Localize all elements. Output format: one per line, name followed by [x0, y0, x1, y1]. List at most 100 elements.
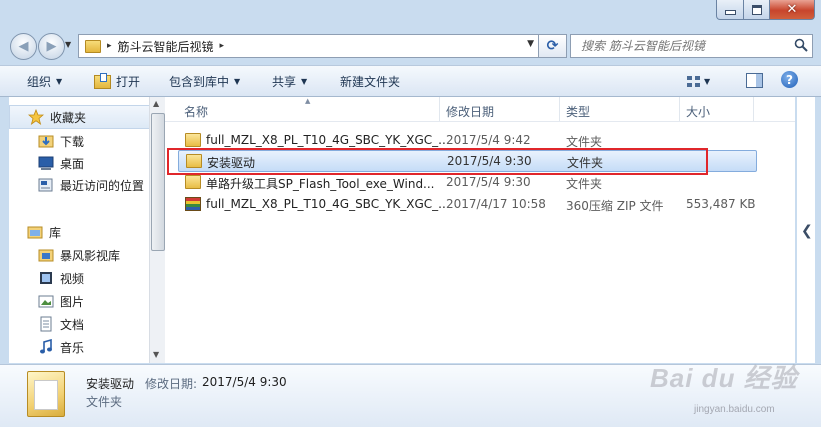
caption-buttons: ✕	[716, 0, 815, 20]
preview-pane-button[interactable]	[746, 73, 763, 88]
nav-item-label: 下载	[60, 134, 85, 149]
nav-item-desktop[interactable]: 桌面	[38, 152, 84, 174]
details-name: 安装驱动	[86, 377, 135, 391]
organize-menu[interactable]: 组织 ▼	[27, 73, 62, 90]
file-name: full_MZL_X8_PL_T10_4G_SBC_YK_XGC_...	[206, 197, 446, 211]
navigation-scrollbar[interactable]: ▲ ▼	[149, 97, 165, 363]
nav-item-videos[interactable]: 视频	[38, 267, 84, 289]
arrow-right-icon: ▶	[46, 39, 57, 54]
nav-item-baofeng-library[interactable]: 暴风影视库	[38, 244, 120, 266]
arrow-left-icon: ◀	[18, 39, 29, 54]
minimize-button[interactable]	[716, 0, 744, 20]
column-divider[interactable]	[439, 97, 440, 121]
details-date-label: 修改日期:	[145, 377, 198, 391]
nav-item-pictures[interactable]: 图片	[38, 290, 84, 312]
nav-item-label: 视频	[60, 271, 85, 286]
scroll-up-icon[interactable]: ▲	[153, 99, 159, 108]
breadcrumb-current-folder[interactable]: 筋斗云智能后视镜	[118, 38, 214, 55]
column-divider[interactable]	[753, 97, 754, 121]
nav-item-downloads[interactable]: 下载	[38, 130, 84, 152]
view-grid-icon	[687, 75, 700, 87]
folder-icon	[185, 133, 201, 147]
recent-pages-dropdown[interactable]: ▼	[65, 40, 71, 49]
maximize-button[interactable]	[744, 0, 770, 20]
open-folder-icon	[94, 72, 111, 89]
file-name: 安装驱动	[207, 156, 256, 170]
chevron-down-icon: ▼	[234, 77, 241, 86]
file-row[interactable]: full_MZL_X8_PL_T10_4G_SBC_YK_XGC_... 201…	[178, 130, 755, 150]
scroll-down-icon[interactable]: ▼	[153, 350, 159, 359]
column-divider[interactable]	[679, 97, 680, 121]
column-header-date-modified[interactable]: 修改日期	[446, 103, 494, 120]
details-date: 2017/5/4 9:30	[202, 375, 287, 389]
breadcrumb-separator[interactable]: ▸	[107, 41, 112, 51]
recent-places-icon	[38, 178, 53, 192]
watermark-url: jingyan.baidu.com	[694, 404, 775, 415]
back-button[interactable]: ◀	[10, 33, 37, 60]
column-headers: ▲ 名称 修改日期 类型 大小	[165, 97, 795, 122]
nav-libraries[interactable]: 库	[27, 221, 61, 243]
nav-item-documents[interactable]: 文档	[38, 313, 84, 335]
preview-pane-toggle[interactable]: ❮	[797, 97, 815, 363]
search-input[interactable]	[579, 38, 793, 54]
file-name: full_MZL_X8_PL_T10_4G_SBC_YK_XGC_...	[206, 133, 446, 147]
picture-icon	[38, 295, 54, 308]
library-icon	[27, 226, 43, 239]
file-size: 553,487 KB	[686, 197, 756, 211]
nav-item-label: 图片	[60, 294, 85, 309]
explorer-window: ✕ ◀ ▶ ▼ ▸ 筋斗云智能后视镜 ▸ ▼ ⟳ 组织 ▼ 打开 包含到库中 ▼ 共…	[0, 0, 821, 427]
file-type: 文件夹	[566, 177, 603, 191]
nav-item-label: 桌面	[60, 156, 85, 171]
file-date: 2017/5/4 9:30	[447, 154, 532, 168]
chevron-down-icon: ▼	[704, 76, 711, 86]
column-header-size[interactable]: 大小	[686, 103, 710, 120]
file-row[interactable]: full_MZL_X8_PL_T10_4G_SBC_YK_XGC_... 201…	[178, 194, 756, 214]
nav-item-label: 暴风影视库	[60, 248, 121, 263]
file-name: 单路升级工具SP_Flash_Tool_exe_Wind...	[206, 177, 435, 191]
baidu-jingyan-watermark: Bai du 经验 jingyan.baidu.com	[634, 352, 814, 424]
help-button[interactable]: ?	[781, 71, 798, 88]
address-bar[interactable]: ▸ 筋斗云智能后视镜 ▸ ▼	[78, 34, 539, 58]
file-row-selected[interactable]: 安装驱动 2017/5/4 9:30 文件夹	[178, 150, 757, 172]
music-icon	[40, 339, 52, 354]
folder-icon	[85, 39, 101, 53]
minimize-icon	[724, 10, 736, 15]
folder-icon	[186, 154, 202, 168]
file-date: 2017/5/4 9:42	[446, 133, 531, 147]
nav-item-music[interactable]: 音乐	[38, 336, 84, 358]
forward-button[interactable]: ▶	[38, 33, 65, 60]
breadcrumb-separator-end[interactable]: ▸	[220, 41, 225, 51]
search-icon[interactable]	[794, 38, 808, 52]
new-folder-label: 新建文件夹	[340, 75, 401, 89]
document-icon	[40, 316, 52, 332]
new-folder-button[interactable]: 新建文件夹	[340, 73, 400, 90]
sort-ascending-icon: ▲	[305, 97, 311, 105]
chevron-down-icon: ▼	[56, 77, 63, 86]
file-row[interactable]: 单路升级工具SP_Flash_Tool_exe_Wind... 2017/5/4…	[178, 172, 755, 192]
open-button[interactable]: 打开	[94, 72, 140, 90]
nav-item-recent-places[interactable]: 最近访问的位置	[38, 174, 144, 196]
share-menu[interactable]: 共享 ▼	[272, 73, 307, 90]
maximize-icon	[751, 4, 762, 15]
video-icon	[40, 272, 52, 284]
column-header-name[interactable]: 名称	[184, 103, 208, 120]
chevron-down-icon: ▼	[65, 40, 72, 49]
download-folder-icon	[38, 135, 54, 148]
close-icon: ✕	[786, 2, 798, 17]
address-dropdown-icon[interactable]: ▼	[527, 39, 534, 49]
close-button[interactable]: ✕	[770, 0, 815, 20]
nav-favorites[interactable]: 收藏夹	[9, 105, 154, 129]
search-box[interactable]	[570, 34, 813, 58]
include-in-library-menu[interactable]: 包含到库中 ▼	[169, 73, 240, 90]
refresh-button[interactable]: ⟳	[538, 34, 567, 58]
column-divider[interactable]	[559, 97, 560, 121]
column-header-type[interactable]: 类型	[566, 103, 590, 120]
nav-item-label: 最近访问的位置	[60, 178, 145, 193]
scrollbar-thumb[interactable]	[151, 113, 165, 251]
change-view-button[interactable]: ▼	[687, 72, 721, 90]
nav-favorites-label: 收藏夹	[50, 110, 87, 125]
watermark-text: Bai du 经验	[650, 363, 798, 393]
zip-archive-icon	[185, 197, 201, 211]
file-type: 360压缩 ZIP 文件	[566, 199, 664, 213]
folder-thumbnail-icon	[27, 371, 65, 417]
